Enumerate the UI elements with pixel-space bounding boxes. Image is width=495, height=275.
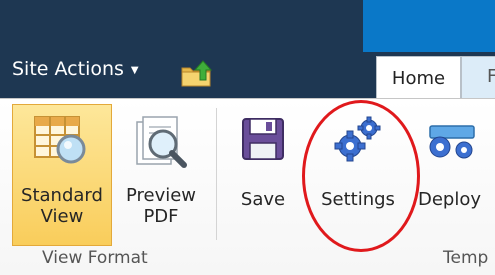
tab-home[interactable]: Home	[376, 56, 461, 99]
standard-view-label-2: View	[40, 206, 84, 227]
chevron-down-icon: ▼	[130, 65, 139, 76]
top-bar-accent	[363, 0, 495, 52]
tab-next[interactable]: F	[461, 56, 495, 99]
standard-view-icon	[34, 116, 86, 164]
group-label-template: Temp	[443, 248, 489, 268]
save-label: Save	[240, 189, 286, 210]
deploy-icon	[428, 125, 475, 159]
save-icon	[242, 118, 284, 160]
standard-view-button[interactable]: Standard View	[12, 104, 112, 246]
standard-view-label-1: Standard	[21, 185, 103, 206]
preview-pdf-label-1: Preview	[125, 185, 197, 206]
group-separator	[216, 108, 217, 240]
site-actions-menu[interactable]: Site Actions ▼	[12, 58, 139, 80]
preview-pdf-label-2: PDF	[143, 206, 179, 227]
preview-pdf-button[interactable]: Preview PDF	[120, 104, 202, 246]
settings-button[interactable]: Settings	[310, 104, 406, 224]
deploy-label: Deploy	[418, 189, 482, 210]
site-actions-label: Site Actions	[12, 58, 124, 80]
tab-home-label: Home	[391, 67, 446, 89]
deploy-button[interactable]: Deploy	[412, 104, 495, 224]
tab-next-label: F	[487, 66, 495, 87]
settings-icon	[334, 116, 381, 162]
navigate-up-icon[interactable]	[180, 58, 214, 88]
settings-label: Settings	[321, 189, 395, 210]
save-button[interactable]: Save	[230, 104, 296, 224]
preview-pdf-icon	[136, 116, 187, 168]
group-label-view-format: View Format	[42, 248, 148, 268]
